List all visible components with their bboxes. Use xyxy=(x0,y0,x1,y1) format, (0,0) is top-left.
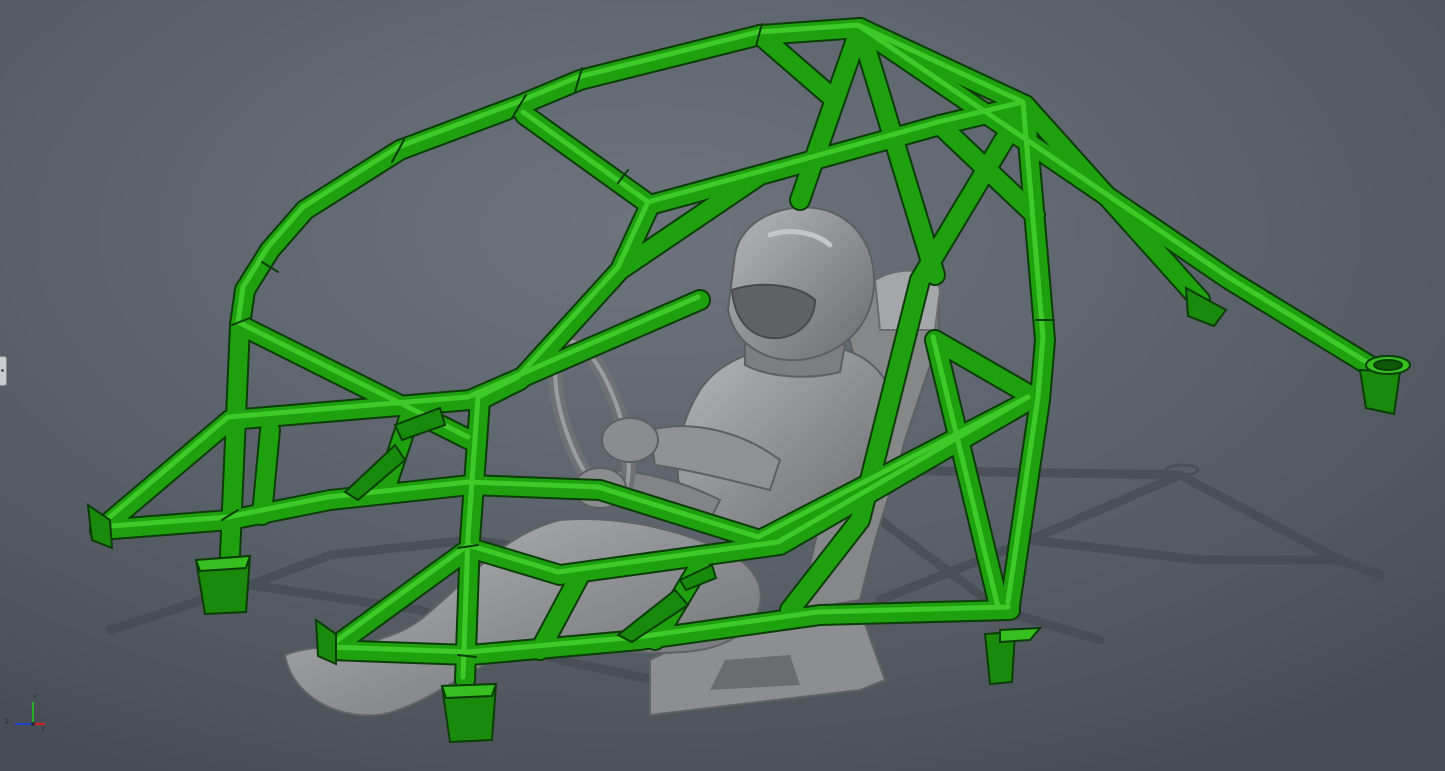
model-canvas[interactable] xyxy=(0,0,1445,771)
handle-grip-icon xyxy=(1,369,4,372)
axis-triad-icon: Y Z X xyxy=(3,694,47,733)
cad-3d-viewport[interactable]: Y Z X xyxy=(0,0,1445,771)
panel-collapse-handle[interactable] xyxy=(0,356,7,386)
y-axis-label: Y xyxy=(33,694,37,701)
x-axis-label: X xyxy=(41,726,46,733)
z-axis-label: Z xyxy=(5,719,10,726)
